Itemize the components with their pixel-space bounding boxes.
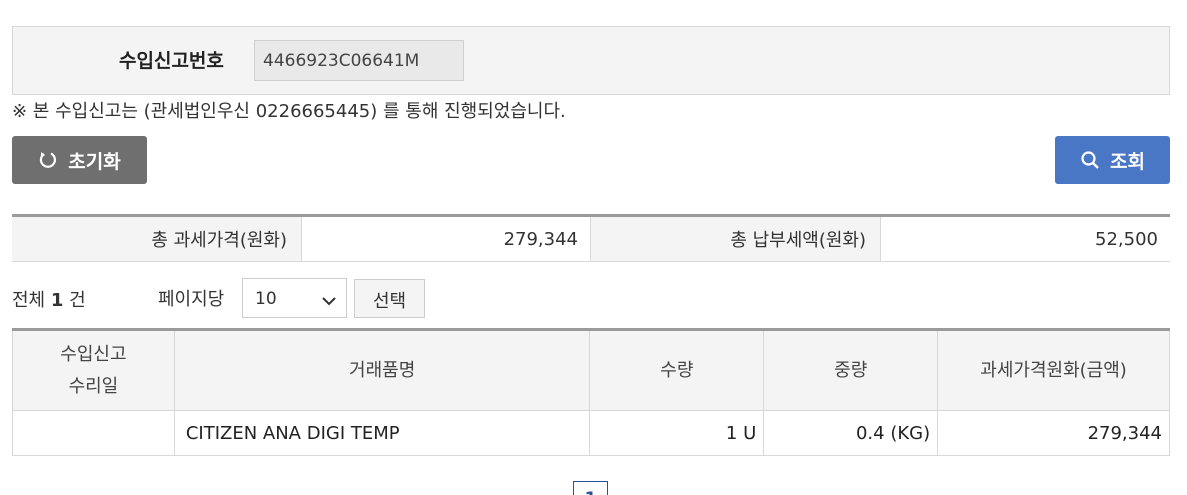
per-page-value: 10 (255, 289, 277, 309)
table-row: CITIZEN ANA DIGI TEMP 1 U 0.4 (KG) 279,3… (12, 410, 1170, 456)
search-panel: 수입신고번호 4466923C06641M (12, 26, 1170, 95)
search-button[interactable]: 조회 (1055, 136, 1170, 184)
cell-quantity: 1 U (589, 410, 765, 456)
cell-item-name: CITIZEN ANA DIGI TEMP (173, 410, 591, 456)
refresh-icon (38, 150, 58, 170)
header-item-name: 거래품명 (173, 329, 591, 411)
cell-weight: 0.4 (KG) (763, 410, 939, 456)
select-button[interactable]: 선택 (354, 279, 425, 318)
total-tax-label: 총 납부세액(원화) (591, 217, 880, 261)
reset-button-label: 초기화 (68, 150, 121, 173)
search-icon (1080, 150, 1100, 170)
total-number: 1 (50, 290, 64, 311)
chevron-down-icon (322, 291, 336, 311)
import-declaration-number-label: 수입신고번호 (119, 50, 224, 72)
notice-text: ※ 본 수입신고는 (관세법인우신 0226665445) 를 통해 진행되었습… (12, 101, 566, 122)
per-page-select[interactable]: 10 (242, 278, 347, 318)
header-taxable-price: 과세가격원화(금액) (937, 329, 1170, 411)
search-button-label: 조회 (1110, 150, 1145, 173)
import-declaration-number-input[interactable]: 4466923C06641M (254, 40, 464, 81)
header-acceptance-date: 수입신고 수리일 (12, 329, 175, 411)
cell-acceptance-date (12, 410, 175, 456)
per-page-label: 페이지당 (158, 289, 225, 310)
import-items-table: 수입신고 수리일 거래품명 수량 중량 과세가격원화(금액) CITIZEN A… (12, 328, 1170, 456)
table-header-row: 수입신고 수리일 거래품명 수량 중량 과세가격원화(금액) (12, 329, 1170, 411)
total-prefix: 전체 (12, 290, 46, 311)
tax-summary: 총 과세가격(원화) 279,344 총 납부세액(원화) 52,500 (12, 214, 1170, 262)
header-quantity: 수량 (589, 329, 765, 411)
header-weight: 중량 (763, 329, 939, 411)
total-tax-value: 52,500 (880, 217, 1170, 261)
total-count: 전체 1 건 (12, 286, 86, 312)
paging-bar: 전체 1 건 페이지당 10 선택 (12, 278, 612, 318)
reset-button[interactable]: 초기화 (12, 136, 147, 184)
cell-taxable-price: 279,344 (937, 410, 1170, 456)
total-taxable-price-value: 279,344 (301, 217, 591, 261)
total-suffix: 건 (69, 290, 86, 311)
page-button-current[interactable]: 1 (573, 481, 608, 495)
total-taxable-price-label: 총 과세가격(원화) (12, 217, 301, 261)
